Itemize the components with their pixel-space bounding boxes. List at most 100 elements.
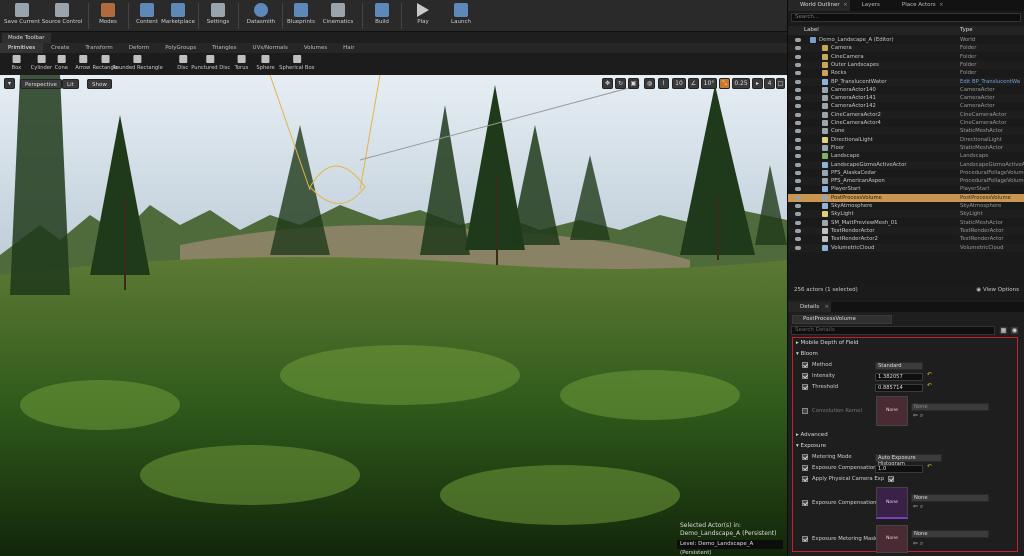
- outliner-row[interactable]: Landscape Landscape: [788, 152, 1024, 160]
- tab-world-outliner[interactable]: World Outliner ×: [788, 0, 850, 11]
- build-button[interactable]: Build: [369, 1, 395, 31]
- tab-create[interactable]: Create: [43, 43, 77, 53]
- outliner-row[interactable]: PlayerStart PlayerStart: [788, 185, 1024, 193]
- visibility-eye-icon[interactable]: [795, 87, 801, 92]
- disc-tool-button[interactable]: Disc: [177, 54, 188, 71]
- outliner-row[interactable]: BP_TranslucentWater Edit BP_TranslucentWa: [788, 77, 1024, 86]
- visibility-eye-icon[interactable]: [795, 121, 801, 125]
- section-bloom[interactable]: ▾ Bloom: [796, 351, 818, 357]
- outliner-row[interactable]: VolumetricCloud VolumetricCloud: [788, 243, 1024, 252]
- level-viewport[interactable]: ▾ Perspective Lit Show ✥ ↻ ▣ ◍ ⌇ 10 ∠ 10…: [0, 75, 787, 556]
- visibility-eye-icon[interactable]: [795, 154, 801, 159]
- perspective-button[interactable]: Perspective: [20, 79, 62, 89]
- tab-polygroups[interactable]: PolyGroups: [157, 43, 204, 53]
- exposure-comp-field[interactable]: 1.0: [875, 465, 923, 473]
- lit-button[interactable]: Lit: [62, 79, 79, 89]
- visibility-eye-icon[interactable]: [795, 212, 801, 217]
- use-selected-icon[interactable]: ⇐ ⌕: [913, 503, 923, 511]
- apply-physical-checkbox[interactable]: [802, 476, 808, 482]
- cinematics-button[interactable]: Cinematics: [321, 1, 355, 31]
- tab-primitives[interactable]: Primitives: [0, 43, 44, 53]
- bloom-method-dropdown[interactable]: Standard: [875, 362, 923, 370]
- outliner-row[interactable]: CameraActor141 CameraActor: [788, 94, 1024, 103]
- label-column-header[interactable]: Label: [804, 26, 819, 35]
- visibility-eye-icon[interactable]: [795, 129, 801, 134]
- camera-speed-icon[interactable]: ▸: [752, 78, 763, 89]
- visibility-eye-icon[interactable]: [795, 170, 801, 175]
- visibility-eye-icon[interactable]: [795, 220, 801, 225]
- section-advanced[interactable]: ▸ Advanced: [796, 432, 828, 438]
- visibility-eye-icon[interactable]: [795, 46, 801, 51]
- save-current-button[interactable]: Save Current: [2, 1, 42, 31]
- exposure-comp-checkbox[interactable]: [802, 465, 808, 471]
- blueprints-button[interactable]: Blueprints: [285, 1, 317, 31]
- outliner-row[interactable]: SM_MattPreviewMesh_01 StaticMeshActor: [788, 219, 1024, 227]
- visibility-eye-icon[interactable]: [795, 179, 801, 184]
- outliner-row[interactable]: CineCameraActor4 CineCameraActor: [788, 119, 1024, 127]
- visibility-eye-icon[interactable]: [795, 96, 801, 101]
- outliner-row[interactable]: Cone StaticMeshActor: [788, 127, 1024, 136]
- viewport-menu-icon[interactable]: ▾: [4, 78, 15, 89]
- use-selected-icon[interactable]: ⇐ ⌕: [913, 412, 923, 420]
- metering-mask-checkbox[interactable]: [802, 536, 808, 542]
- close-icon[interactable]: ×: [843, 0, 848, 11]
- outliner-row[interactable]: LandscapeGizmoActiveActor LandscapeGizmoA…: [788, 160, 1024, 169]
- visibility-eye-icon[interactable]: [795, 137, 801, 142]
- arrow-tool-button[interactable]: Arrow: [75, 54, 90, 71]
- torus-tool-button[interactable]: Torus: [235, 54, 248, 71]
- visibility-eye-icon[interactable]: [795, 187, 801, 192]
- launch-button[interactable]: Launch: [447, 1, 475, 31]
- outliner-row[interactable]: PFS_AmericanAspen ProceduralFoliageVolume: [788, 177, 1024, 186]
- outliner-row[interactable]: TextRenderActor2 TextRenderActor: [788, 235, 1024, 243]
- section-exposure[interactable]: ▾ Exposure: [796, 443, 826, 449]
- tab-transform[interactable]: Transform: [77, 43, 120, 53]
- spherical-box-tool-button[interactable]: Spherical Box: [279, 54, 315, 71]
- outliner-row[interactable]: CameraActor142 CameraActor: [788, 102, 1024, 110]
- method-checkbox[interactable]: [802, 362, 808, 368]
- rotate-icon[interactable]: ↻: [615, 78, 626, 89]
- outliner-row[interactable]: Outer Landscapes Folder: [788, 60, 1024, 69]
- tab-deform[interactable]: Deform: [121, 43, 157, 53]
- cylinder-tool-button[interactable]: Cylinder: [31, 54, 52, 71]
- outliner-row[interactable]: TextRenderActor TextRenderActor: [788, 226, 1024, 235]
- visibility-eye-icon[interactable]: [795, 38, 801, 42]
- marketplace-button[interactable]: Marketplace: [160, 1, 196, 31]
- surface-snap-icon[interactable]: ⌇: [658, 78, 669, 89]
- outliner-row[interactable]: Floor StaticMeshActor: [788, 143, 1024, 152]
- tab-hair[interactable]: Hair: [335, 43, 362, 53]
- tab-triangles[interactable]: Triangles: [204, 43, 244, 53]
- camera-speed-value[interactable]: 4: [764, 78, 775, 89]
- threshold-checkbox[interactable]: [802, 384, 808, 390]
- outliner-row[interactable]: PFS_AlaskaCedar ProceduralFoliageVolume: [788, 169, 1024, 177]
- mode-toolbar-tab[interactable]: Mode Toolbar: [2, 33, 51, 43]
- reset-icon[interactable]: ↶: [927, 463, 932, 470]
- translate-icon[interactable]: ✥: [602, 78, 613, 89]
- outliner-row[interactable]: Demo_Landscape_A (Editor) World: [788, 36, 1024, 44]
- settings-button[interactable]: Settings: [203, 1, 233, 31]
- metering-checkbox[interactable]: [802, 454, 808, 460]
- tab-layers[interactable]: Layers: [850, 0, 890, 11]
- reset-icon[interactable]: ↶: [927, 382, 932, 389]
- visibility-eye-icon[interactable]: [795, 112, 801, 117]
- conv-kernel-checkbox[interactable]: [802, 408, 808, 414]
- metering-mask-thumbnail[interactable]: None: [876, 525, 908, 553]
- comp-curve-dropdown[interactable]: None: [911, 494, 989, 502]
- intensity-checkbox[interactable]: [802, 373, 808, 379]
- tab-place-actors[interactable]: Place Actors ×: [890, 0, 946, 11]
- tab-details[interactable]: Details ×: [788, 302, 832, 312]
- comp-curve-thumbnail[interactable]: None: [876, 487, 908, 519]
- visibility-eye-icon[interactable]: [795, 79, 801, 84]
- property-matrix-icon[interactable]: ▦: [999, 326, 1008, 335]
- rotation-snap-value[interactable]: 10°: [701, 78, 717, 89]
- conv-kernel-dropdown[interactable]: None: [911, 403, 989, 411]
- visibility-eye-icon[interactable]: [795, 228, 801, 233]
- apply-physical-value-checkbox[interactable]: [888, 476, 895, 482]
- outliner-row[interactable]: SkyAtmosphere SkyAtmosphere: [788, 202, 1024, 210]
- scale-icon[interactable]: ▣: [628, 78, 639, 89]
- content-button[interactable]: Content: [132, 1, 162, 31]
- visibility-eye-icon[interactable]: [795, 62, 801, 67]
- visibility-eye-icon[interactable]: [795, 71, 801, 76]
- modes-button[interactable]: Modes: [94, 1, 122, 31]
- close-icon[interactable]: ×: [939, 0, 944, 11]
- visibility-eye-icon[interactable]: [795, 162, 801, 167]
